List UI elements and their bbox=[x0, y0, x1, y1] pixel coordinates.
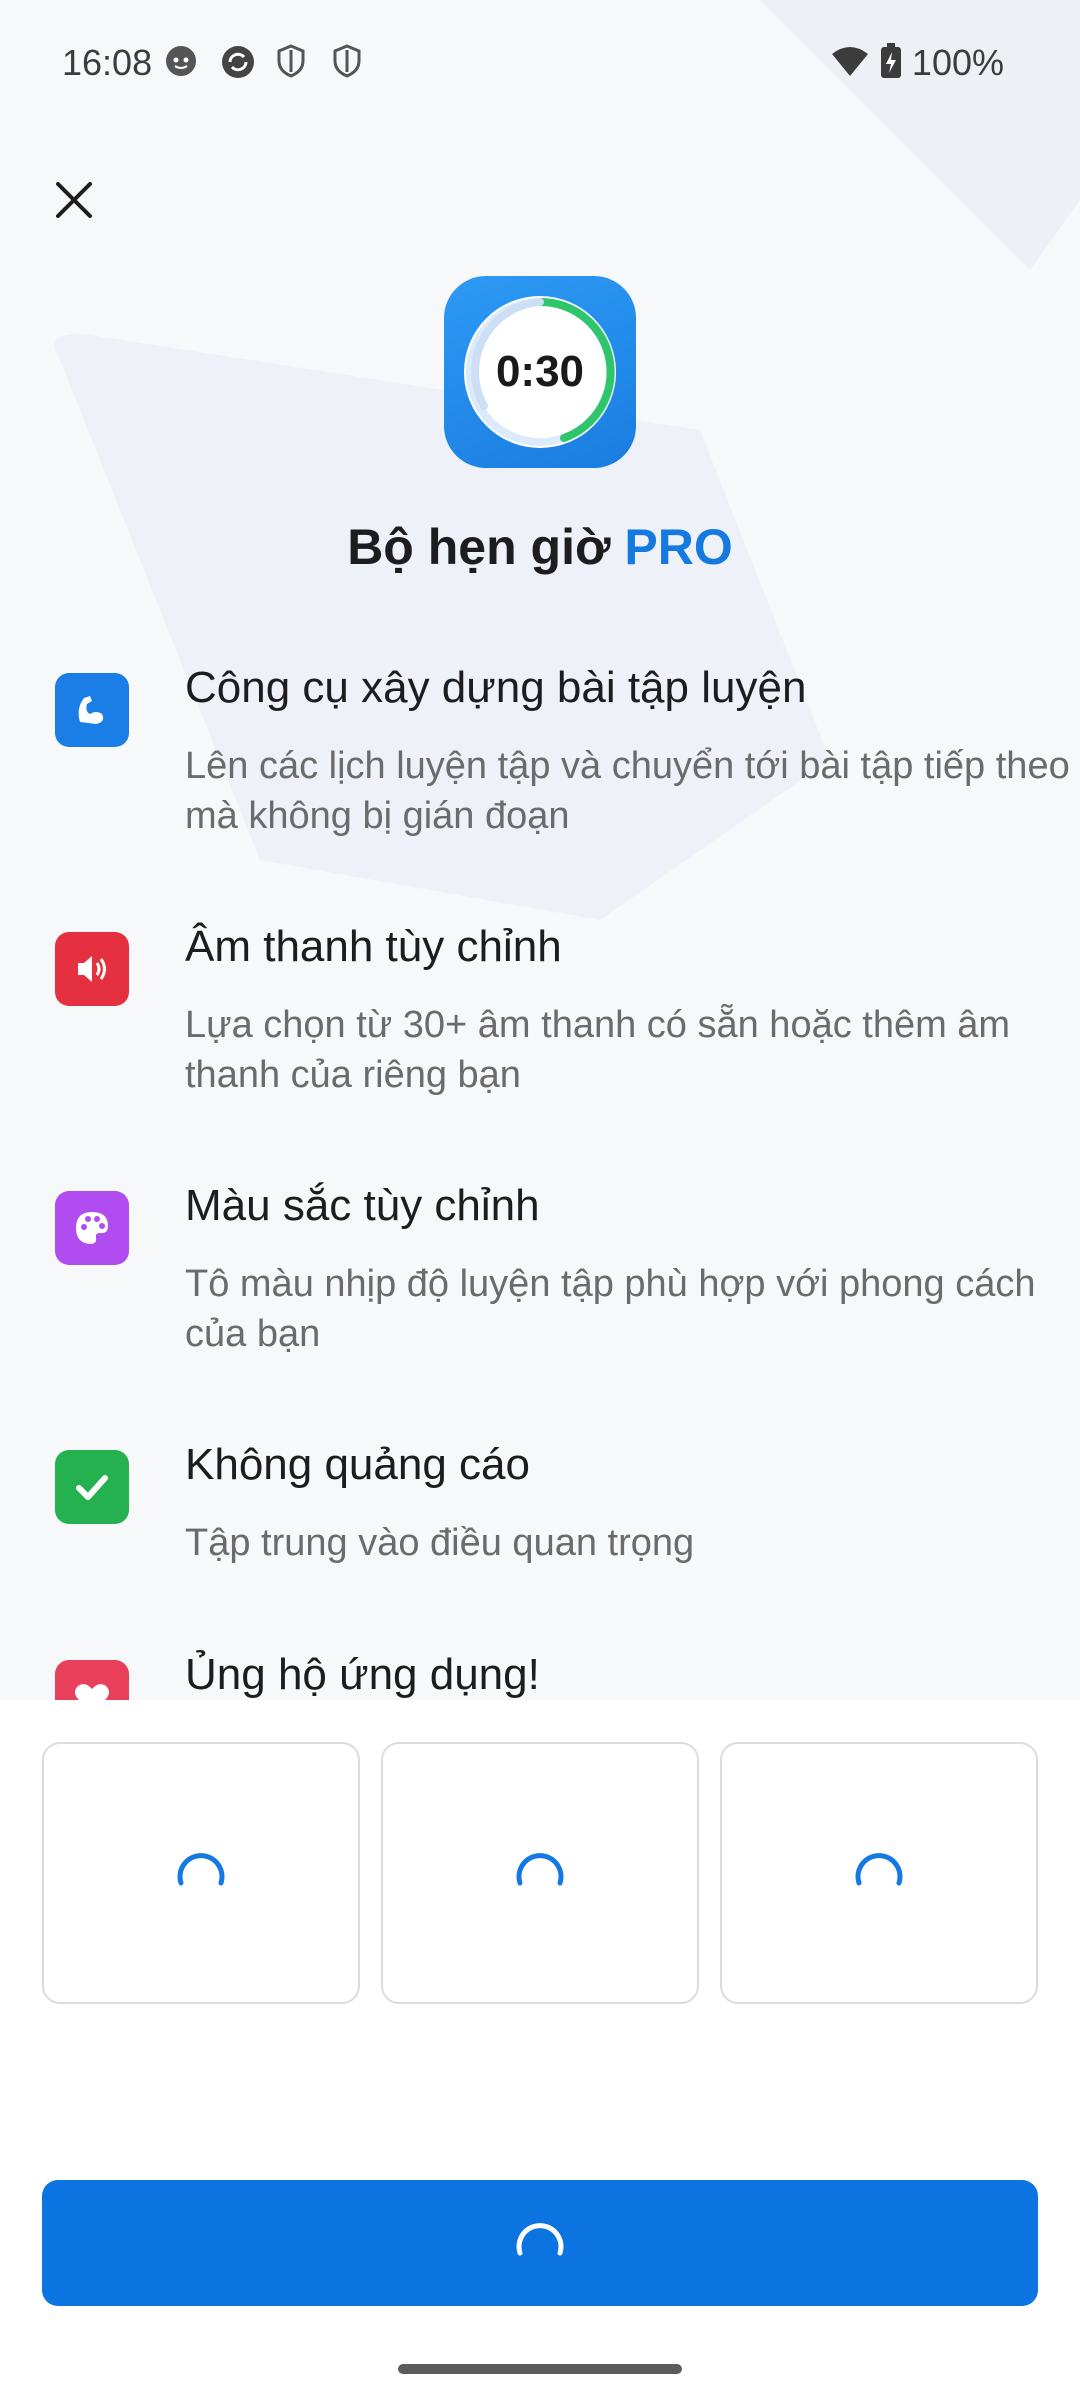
feature-title: Không quảng cáo bbox=[185, 1440, 530, 1489]
feature-item-custom-sounds: Âm thanh tùy chỉnh Lựa chọn từ 30+ âm th… bbox=[55, 922, 1035, 1122]
loading-spinner-icon bbox=[177, 1853, 225, 1886]
feature-title: Âm thanh tùy chỉnh bbox=[185, 922, 562, 971]
feature-item-support-app: Ủng hộ ứng dụng! bbox=[55, 1650, 1035, 1700]
shield-icon bbox=[332, 44, 366, 78]
checkmark-icon bbox=[55, 1450, 129, 1524]
home-indicator[interactable] bbox=[398, 2364, 682, 2374]
feature-description: Tập trung vào điều quan trọng bbox=[185, 1522, 695, 1564]
loading-spinner-icon bbox=[516, 1853, 564, 1886]
app-icon: 0:30 bbox=[444, 276, 636, 468]
shield-icon bbox=[276, 44, 310, 78]
page-title: Bộ hẹn giờ PRO bbox=[347, 519, 733, 575]
battery-charging-icon bbox=[880, 42, 902, 84]
loading-spinner-icon bbox=[516, 2223, 564, 2256]
app-icon-timer-text: 0:30 bbox=[495, 347, 585, 396]
feature-description: Lựa chọn từ 30+ âm thanh có sẵn hoặc thê… bbox=[185, 1004, 1011, 1096]
loading-spinner-icon bbox=[855, 1853, 903, 1886]
feature-description: Lên các lịch luyện tập và chuyển tới bài… bbox=[185, 745, 1070, 837]
purchase-button[interactable] bbox=[42, 2180, 1038, 2306]
close-icon bbox=[56, 182, 92, 218]
feature-item-custom-colors: Màu sắc tùy chỉnh Tô màu nhịp độ luyện t… bbox=[55, 1181, 1036, 1381]
status-time: 16:08 bbox=[62, 42, 153, 83]
palette-icon bbox=[55, 1191, 129, 1265]
face-icon bbox=[164, 44, 198, 78]
status-bar: 16:08 100% bbox=[0, 0, 1080, 120]
flexed-arm-icon bbox=[55, 673, 129, 747]
plan-option-card[interactable] bbox=[381, 1742, 699, 2004]
feature-title: Ủng hộ ứng dụng! bbox=[185, 1650, 540, 1699]
pro-badge-text: PRO bbox=[624, 519, 733, 575]
plan-option-card[interactable] bbox=[42, 1742, 360, 2004]
speaker-icon bbox=[55, 932, 129, 1006]
feature-title: Công cụ xây dựng bài tập luyện bbox=[185, 663, 807, 712]
feature-title: Màu sắc tùy chỉnh bbox=[185, 1181, 540, 1230]
battery-percent: 100% bbox=[911, 42, 1004, 83]
feature-item-no-ads: Không quảng cáo Tập trung vào điều quan … bbox=[55, 1440, 1035, 1600]
close-button[interactable] bbox=[44, 170, 104, 230]
heart-icon bbox=[55, 1660, 129, 1700]
plan-option-card[interactable] bbox=[720, 1742, 1038, 2004]
feature-description: Tô màu nhịp độ luyện tập phù hợp với pho… bbox=[185, 1263, 1036, 1355]
feature-item-workout-builder: Công cụ xây dựng bài tập luyện Lên các l… bbox=[55, 663, 1070, 863]
sync-icon bbox=[220, 44, 254, 78]
wifi-icon bbox=[830, 44, 870, 83]
